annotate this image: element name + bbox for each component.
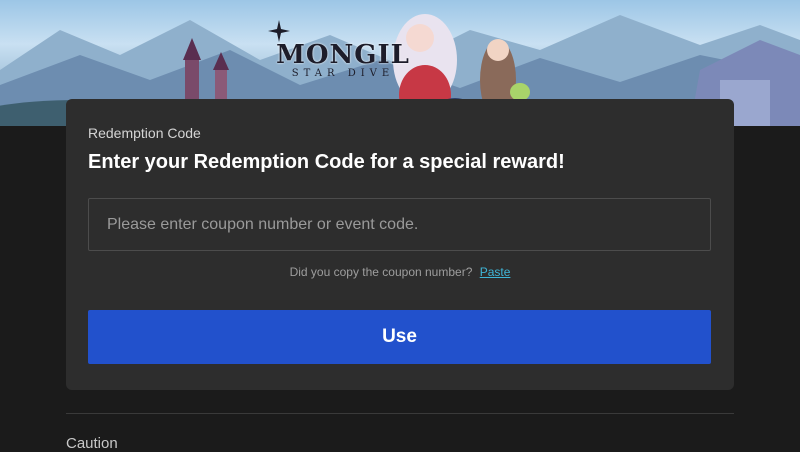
game-logo: MONGIL STAR DIVE [268, 20, 418, 90]
coupon-input[interactable] [88, 198, 711, 251]
use-button[interactable]: Use [88, 310, 711, 364]
sparkle-icon [268, 20, 290, 42]
redemption-card: Redemption Code Enter your Redemption Co… [66, 99, 734, 390]
section-label: Redemption Code [88, 125, 201, 141]
page-title: Enter your Redemption Code for a special… [88, 151, 565, 173]
divider [66, 413, 734, 414]
paste-link[interactable]: Paste [480, 265, 511, 279]
copy-prompt-text: Did you copy the coupon number? [289, 265, 473, 279]
paste-hint: Did you copy the coupon number? Paste [66, 265, 734, 279]
caution-heading: Caution [66, 435, 118, 452]
logo-title: MONGIL [276, 40, 410, 70]
